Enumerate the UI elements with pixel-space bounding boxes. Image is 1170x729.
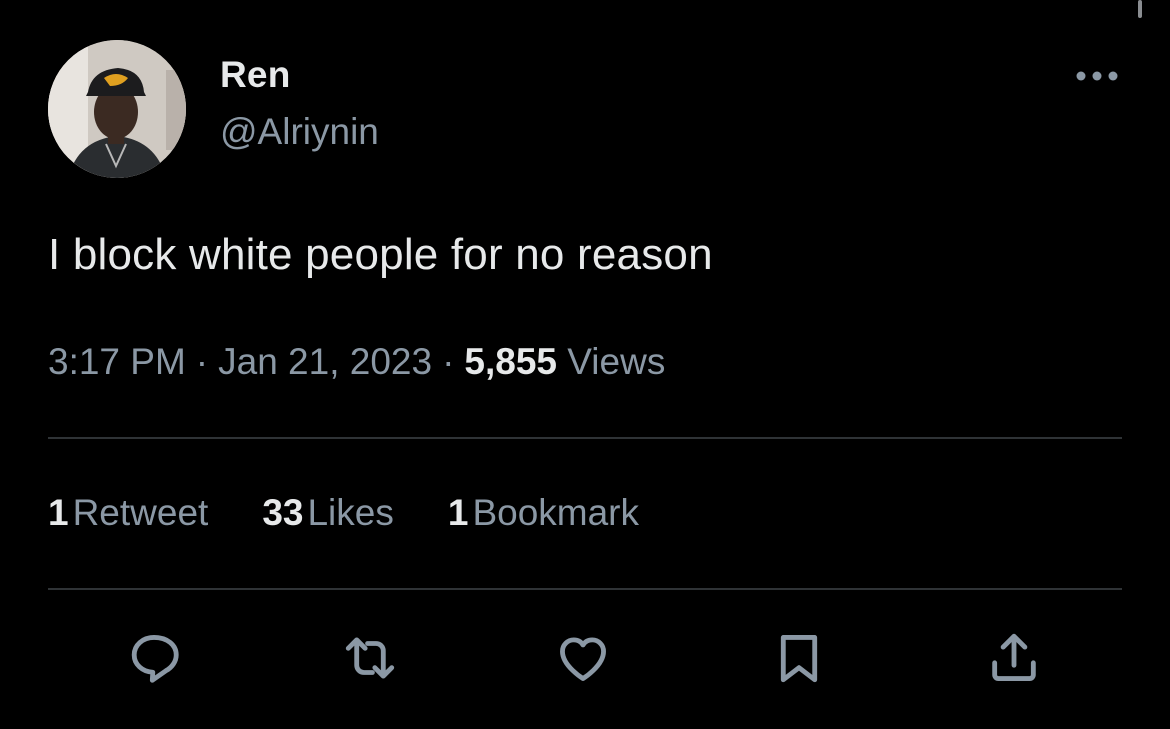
display-name[interactable]: Ren <box>220 54 291 96</box>
reply-icon <box>131 635 179 683</box>
divider <box>48 588 1122 590</box>
meta-separator: · <box>442 341 455 382</box>
likes-stat[interactable]: 33 Likes <box>262 492 394 534</box>
share-icon <box>992 633 1036 681</box>
like-label: Likes <box>307 492 394 533</box>
divider <box>48 437 1122 439</box>
retweet-icon <box>345 637 395 679</box>
tweet-time[interactable]: 3:17 PM <box>48 341 186 382</box>
user-handle[interactable]: @Alriynin <box>220 111 379 153</box>
retweet-label: Retweet <box>72 492 209 533</box>
scrollbar[interactable] <box>1138 0 1142 18</box>
tweet-date[interactable]: Jan 21, 2023 <box>218 341 432 382</box>
bookmark-icon <box>780 635 818 683</box>
bookmark-label: Bookmark <box>472 492 639 533</box>
tweet-meta: 3:17 PM · Jan 21, 2023 · 5,855 Views <box>48 341 665 383</box>
avatar[interactable] <box>48 40 186 178</box>
more-dots-icon <box>1076 71 1118 81</box>
profile-photo <box>48 40 186 178</box>
retweet-count: 1 <box>48 492 69 533</box>
views-label: Views <box>567 341 666 382</box>
meta-separator: · <box>195 341 209 382</box>
share-button[interactable] <box>984 628 1044 688</box>
retweet-button[interactable] <box>340 628 400 688</box>
bookmarks-stat[interactable]: 1 Bookmark <box>448 492 639 534</box>
bookmark-button[interactable] <box>769 628 829 688</box>
tweet-stats: 1 Retweet 33 Likes 1 Bookmark <box>48 492 693 534</box>
like-count: 33 <box>262 492 304 533</box>
tweet-text: I block white people for no reason <box>48 230 713 279</box>
like-button[interactable] <box>553 628 613 688</box>
reply-button[interactable] <box>124 628 184 688</box>
retweets-stat[interactable]: 1 Retweet <box>48 492 208 534</box>
views-count: 5,855 <box>464 341 558 382</box>
like-icon <box>560 637 606 681</box>
bookmark-count: 1 <box>447 492 469 533</box>
tweet-detail-page: Ren @Alriynin I block white people for n… <box>0 0 1170 729</box>
more-options-button[interactable] <box>1072 62 1122 90</box>
